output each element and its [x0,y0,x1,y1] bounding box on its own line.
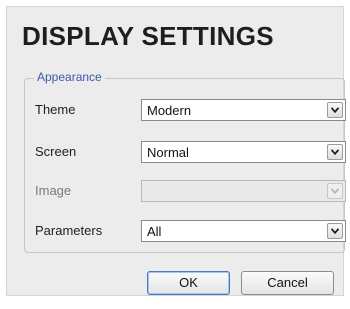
ok-button[interactable]: OK [147,271,230,295]
theme-select[interactable]: Modern [141,99,346,121]
image-label: Image [35,183,72,198]
image-select [141,180,346,202]
chevron-down-icon[interactable] [327,223,343,239]
theme-row: Theme Modern [35,99,346,121]
screen-row: Screen Normal [35,141,346,163]
chevron-down-icon[interactable] [327,144,343,160]
chevron-down-icon [327,183,343,199]
parameters-select[interactable]: All [141,220,346,242]
theme-select-value: Modern [147,103,192,118]
dialog-title: DISPLAY SETTINGS [22,21,274,51]
screen-label: Screen [35,144,77,159]
screen-select-value: Normal [147,145,189,160]
image-row: Image [35,180,346,202]
theme-label: Theme [35,102,76,117]
parameters-select-value: All [147,224,162,239]
parameters-label: Parameters [35,223,103,238]
appearance-group: Appearance Theme Modern Screen Normal Im… [24,70,346,253]
appearance-legend: Appearance [34,70,105,84]
screen-select[interactable]: Normal [141,141,346,163]
parameters-row: Parameters All [35,220,346,242]
chevron-down-icon[interactable] [327,102,343,118]
display-settings-dialog: DISPLAY SETTINGS Appearance Theme Modern… [6,6,346,296]
cancel-button[interactable]: Cancel [241,271,334,295]
